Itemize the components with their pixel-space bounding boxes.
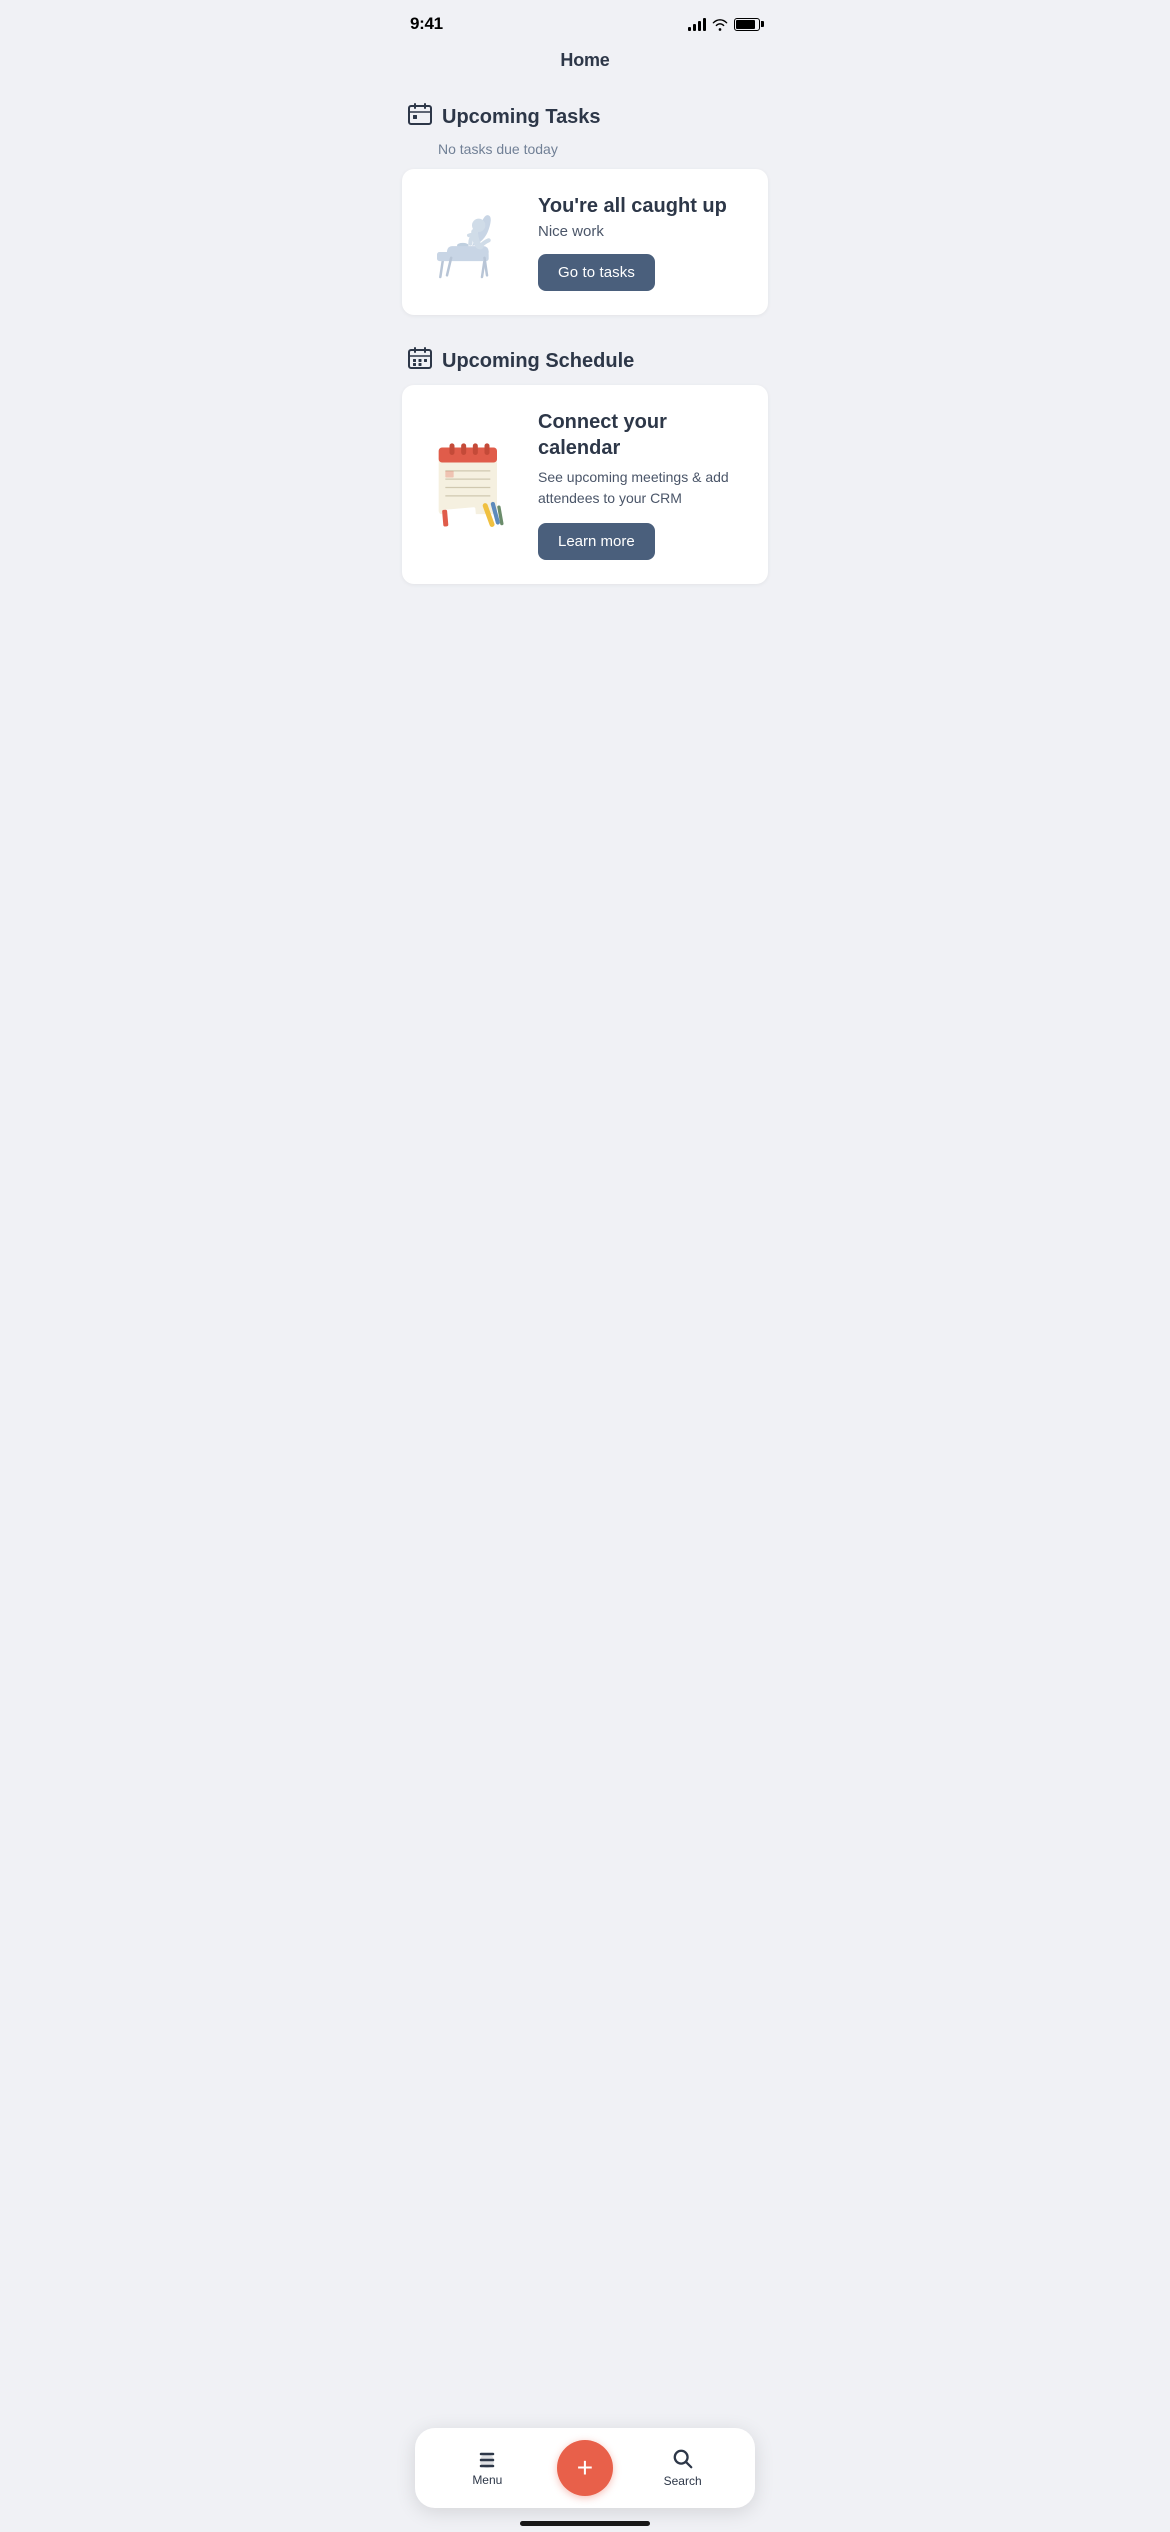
search-tab[interactable]: Search	[648, 2448, 718, 2488]
caught-up-card: You're all caught up Nice work Go to tas…	[402, 169, 768, 315]
menu-tab[interactable]: Menu	[452, 2449, 522, 2487]
home-indicator	[520, 2521, 650, 2526]
menu-label: Menu	[472, 2473, 502, 2487]
connect-calendar-subtitle: See upcoming meetings & add attendees to…	[538, 467, 748, 509]
upcoming-schedule-title: Upcoming Schedule	[442, 350, 634, 373]
add-button[interactable]: +	[557, 2440, 613, 2496]
calendar-card: Connect your calendar See upcoming meeti…	[402, 385, 768, 584]
upcoming-tasks-title: Upcoming Tasks	[442, 106, 601, 129]
page-title: Home	[390, 50, 780, 71]
connect-calendar-title: Connect your calendar	[538, 409, 748, 461]
tasks-icon	[408, 103, 432, 131]
upcoming-schedule-header: Upcoming Schedule	[390, 331, 780, 385]
menu-icon	[475, 2449, 499, 2469]
caught-up-title: You're all caught up	[538, 193, 748, 219]
search-icon	[672, 2448, 694, 2470]
wifi-icon	[712, 18, 728, 31]
search-label: Search	[664, 2474, 702, 2488]
upcoming-tasks-header: Upcoming Tasks	[390, 87, 780, 141]
relaxing-illustration	[422, 197, 522, 287]
battery-icon	[734, 18, 760, 31]
caught-up-text: You're all caught up Nice work Go to tas…	[538, 193, 748, 291]
status-time: 9:41	[410, 14, 443, 34]
plus-icon: +	[577, 2454, 593, 2482]
calendar-illustration	[422, 435, 522, 535]
page-title-bar: Home	[390, 40, 780, 87]
learn-more-button[interactable]: Learn more	[538, 523, 655, 560]
status-icons	[688, 17, 760, 31]
go-to-tasks-button[interactable]: Go to tasks	[538, 254, 655, 291]
tab-bar: Menu + Search	[415, 2428, 755, 2508]
calendar-text: Connect your calendar See upcoming meeti…	[538, 409, 748, 560]
status-bar: 9:41	[390, 0, 780, 40]
tasks-subtitle: No tasks due today	[390, 141, 780, 169]
main-content: Upcoming Tasks No tasks due today	[390, 87, 780, 720]
schedule-icon	[408, 347, 432, 375]
signal-icon	[688, 17, 706, 31]
caught-up-subtitle: Nice work	[538, 223, 748, 240]
